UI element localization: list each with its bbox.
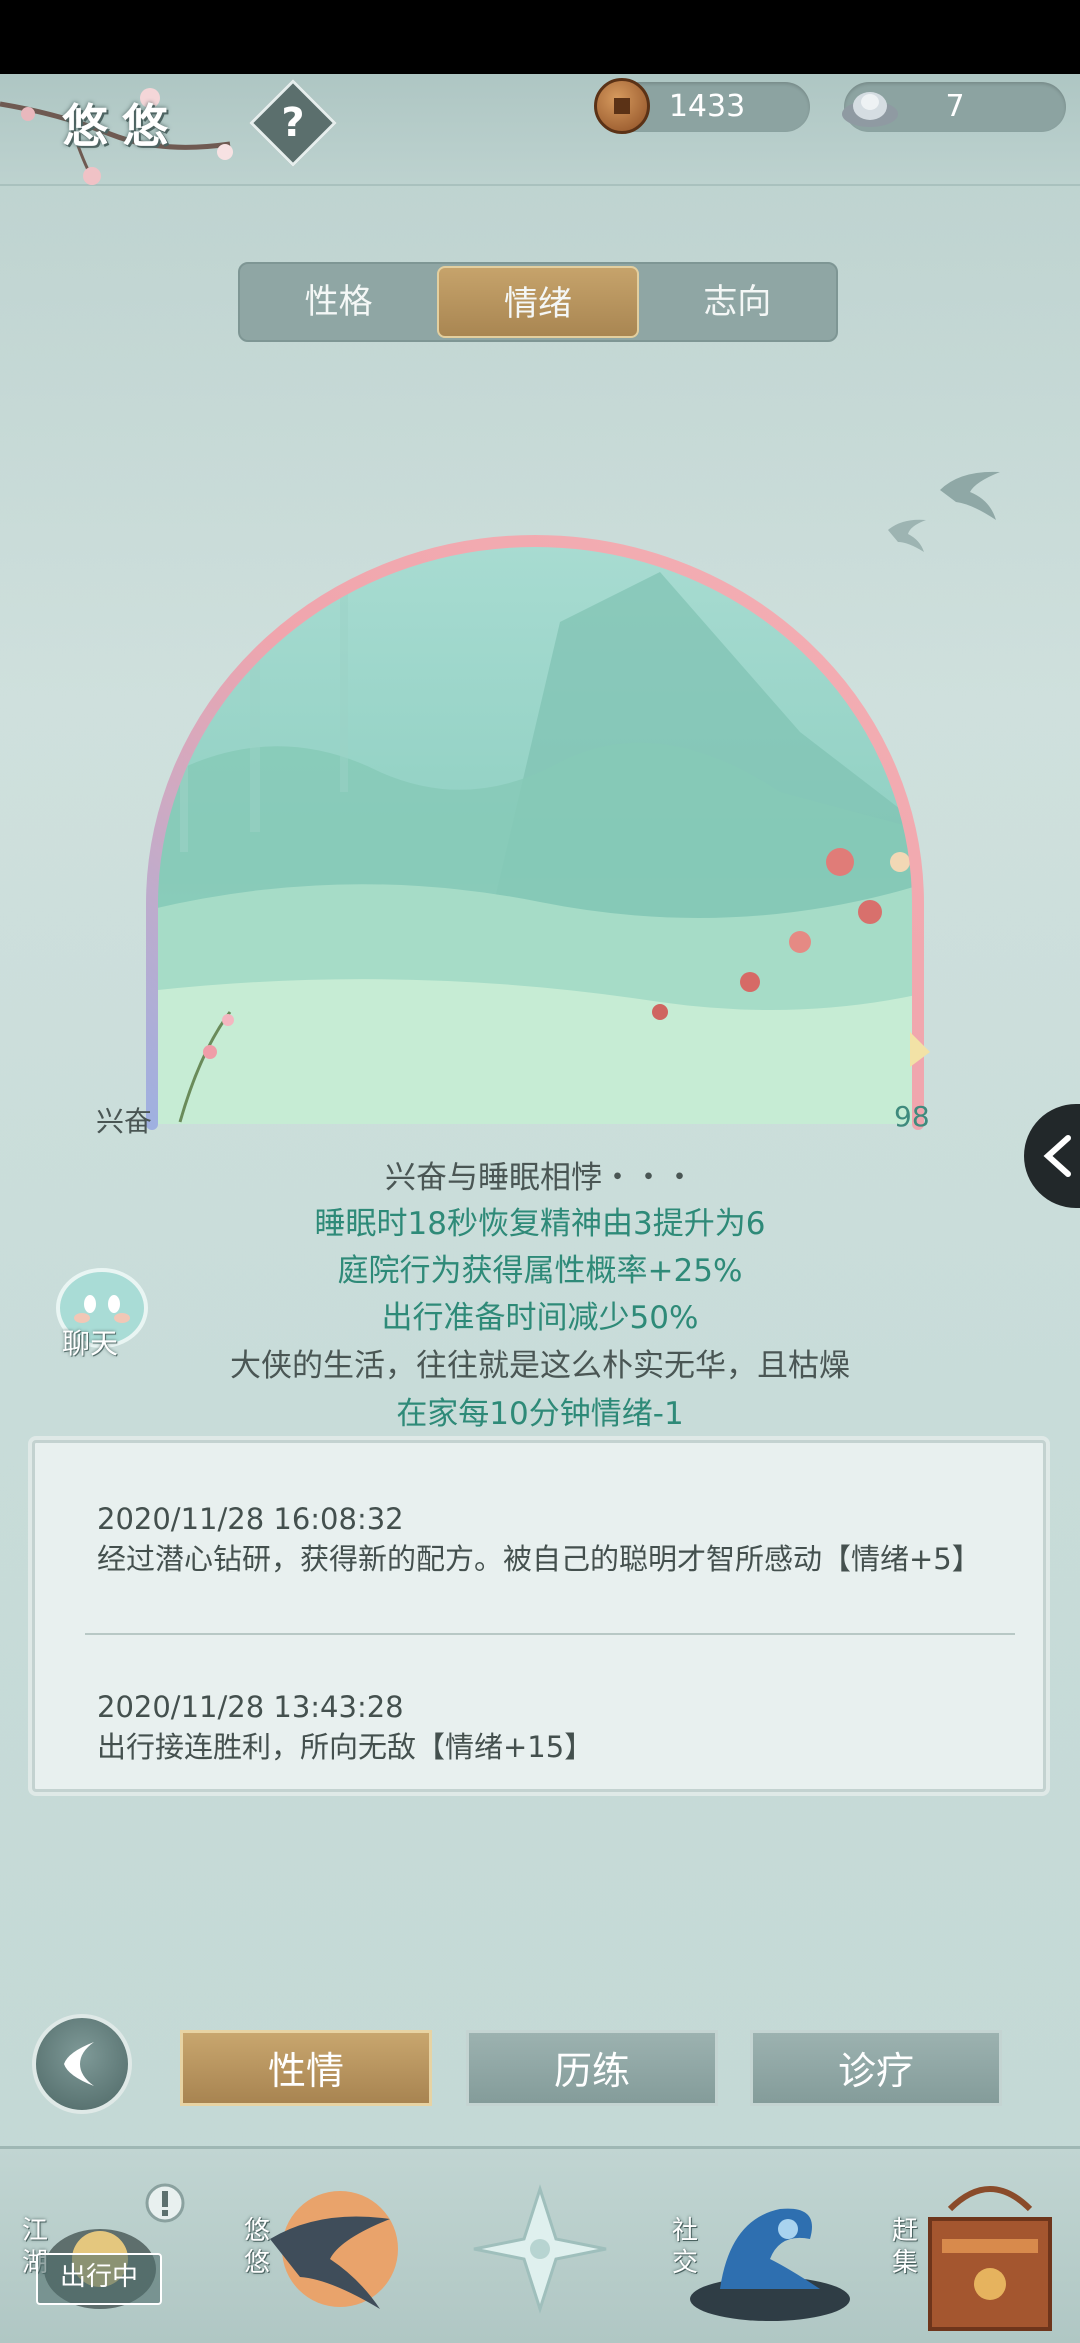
- mood-effect: 出行准备时间减少50%: [381, 1300, 699, 1336]
- character-name: 悠悠: [62, 99, 182, 153]
- mood-flavor-text: 大侠的生活，往往就是这么朴实无华，且枯燥: [230, 1348, 850, 1384]
- bottom-navigation: 江湖 出行中 悠悠 社交 赶集: [0, 2146, 1080, 2343]
- nav-ganji[interactable]: 赶集: [880, 2149, 1080, 2343]
- mood-title-line: 兴奋与睡眠相悖・・・: [385, 1160, 695, 1196]
- mood-category-tabs: 性格 情绪 志向: [238, 262, 838, 342]
- mood-decay-text: 在家每10分钟情绪-1: [396, 1396, 684, 1432]
- copper-coin-counter[interactable]: 1433: [594, 78, 810, 134]
- top-bar: 悠悠 ? 1433 7: [0, 74, 1080, 186]
- tab-personality[interactable]: 性格: [240, 264, 437, 340]
- help-button[interactable]: ?: [249, 79, 337, 167]
- log-timestamp: 2020/11/28 13:43:28: [97, 1690, 404, 1724]
- back-arrow-icon: [64, 2042, 94, 2086]
- back-button[interactable]: [32, 2014, 132, 2114]
- mood-value: 98: [894, 1100, 930, 1133]
- nav-youyou[interactable]: 悠悠: [230, 2149, 420, 2343]
- treatment-button[interactable]: 诊疗: [750, 2030, 1002, 2106]
- panel-corner: [1003, 1749, 1043, 1789]
- mood-name-label: 兴奋: [96, 1105, 153, 1138]
- nav-label: 悠悠: [244, 2216, 271, 2278]
- panel-corner: [35, 1749, 75, 1789]
- compass-star-icon: [473, 2184, 607, 2314]
- experience-button[interactable]: 历练: [466, 2030, 718, 2106]
- silver-ingot-value: 7: [945, 89, 965, 124]
- log-text: 出行接连胜利，所向无敌【情绪+15】: [97, 1730, 594, 1764]
- nav-label: 赶集: [892, 2216, 919, 2278]
- copper-coin-value: 1433: [668, 89, 746, 124]
- nav-shejiao[interactable]: 社交: [660, 2149, 860, 2343]
- mood-log-panel[interactable]: 2020/11/28 16:08:32 经过潜心钻研，获得新的配方。被自己的聪明…: [32, 1440, 1046, 1792]
- nav-jianghu[interactable]: 江湖 出行中: [0, 2149, 200, 2343]
- mood-effect: 睡眠时18秒恢复精神由3提升为6: [314, 1206, 766, 1242]
- mood-scene-illustration: [146, 535, 930, 1130]
- nav-home-compass[interactable]: [460, 2149, 620, 2343]
- panel-corner: [35, 1443, 75, 1483]
- panel-corner: [1003, 1443, 1043, 1483]
- question-icon: ?: [281, 100, 305, 146]
- mood-effect: 庭院行为获得属性概率+25%: [337, 1253, 743, 1289]
- log-divider: [85, 1633, 1015, 1635]
- tab-emotion[interactable]: 情绪: [437, 266, 639, 338]
- nav-label: 社交: [672, 2216, 699, 2278]
- log-timestamp: 2020/11/28 16:08:32: [97, 1502, 404, 1536]
- status-bar: [0, 0, 1080, 74]
- tab-ambition[interactable]: 志向: [639, 264, 836, 340]
- log-text: 经过潜心钻研，获得新的配方。被自己的聪明才智所感动【情绪+5】: [97, 1542, 981, 1576]
- silver-ingot-counter[interactable]: 7: [842, 82, 1066, 132]
- temperament-button[interactable]: 性情: [180, 2030, 432, 2106]
- traveling-badge: 出行中: [36, 2253, 162, 2305]
